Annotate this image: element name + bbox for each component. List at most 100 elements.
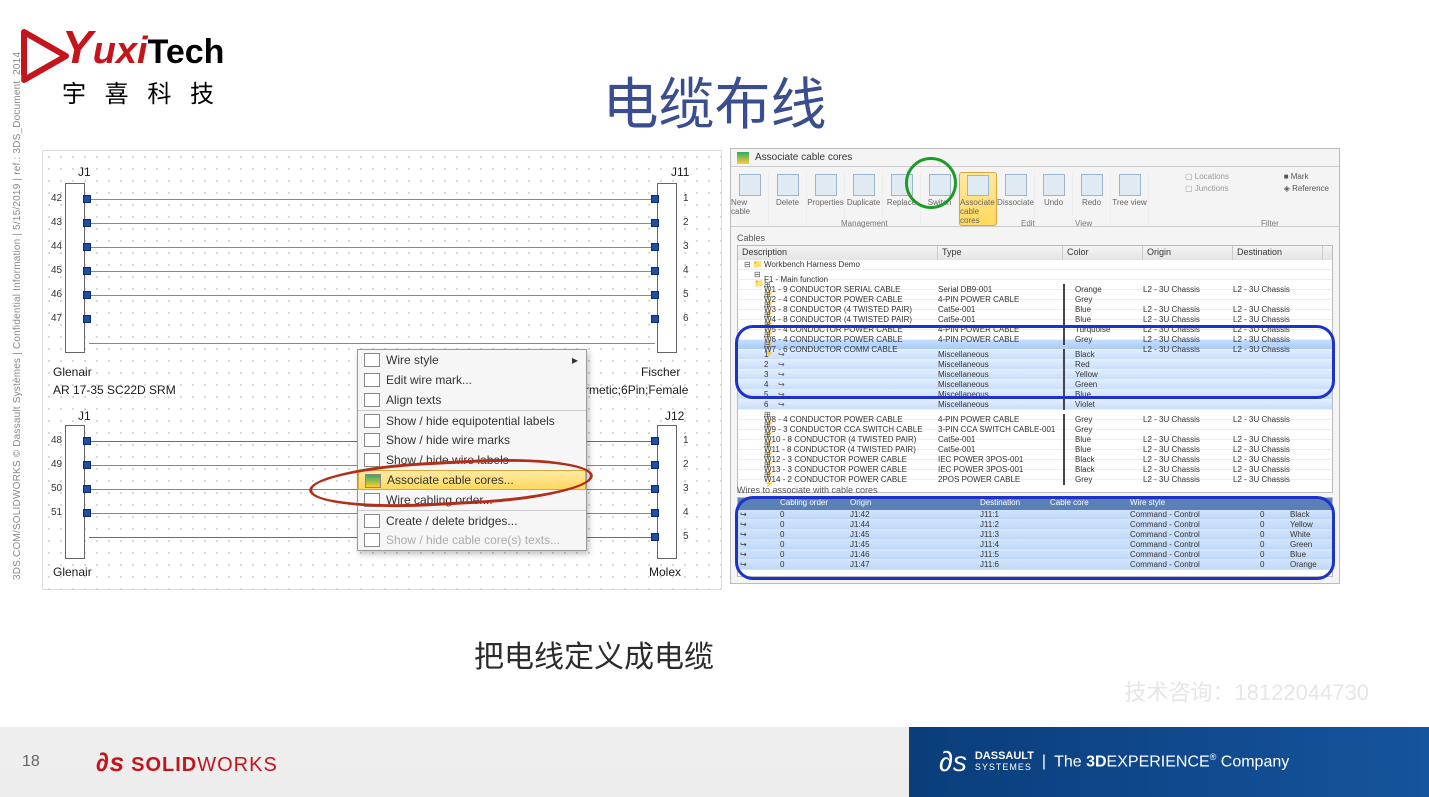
connector-label-j11: J11 <box>671 165 689 179</box>
filter-locations[interactable]: Locations <box>1195 172 1229 181</box>
pin[interactable] <box>83 195 91 203</box>
menu-show-hide-core-texts: Show / hide cable core(s) texts... <box>358 530 586 550</box>
pin[interactable] <box>651 485 659 493</box>
core-text-icon <box>364 533 380 547</box>
cable-row[interactable]: ⊞ ⚡ W8 - 4 CONDUCTOR POWER CABLE4-PIN PO… <box>738 410 1332 420</box>
filter-junctions[interactable]: Junctions <box>1195 184 1229 193</box>
schematic-panel: J1 J11 ["42","43","44","45","46","47"] G… <box>42 150 722 590</box>
manufacturer-label: Molex <box>649 565 681 579</box>
dialog-icon <box>737 152 749 164</box>
dialog-titlebar[interactable]: Associate cable cores <box>731 149 1339 167</box>
ribbon-new-cable[interactable]: New cable <box>731 172 769 226</box>
eq-label-icon <box>364 414 380 428</box>
connector-label-j1: J1 <box>78 165 91 179</box>
menu-show-hide-wire-marks[interactable]: Show / hide wire marks <box>358 430 586 450</box>
pin[interactable] <box>83 291 91 299</box>
ribbon-side2: ▢ Locations ▢ Junctions <box>1185 171 1229 195</box>
solidworks-logo: ∂sSOLIDWORKS <box>96 747 278 778</box>
connector-label-j1b: J1 <box>78 409 91 423</box>
annotation-box-blue-bottom <box>735 496 1335 580</box>
filter-reference[interactable]: Reference <box>1292 184 1329 193</box>
pin[interactable] <box>83 219 91 227</box>
connector-j11[interactable] <box>657 183 677 353</box>
align-icon <box>364 393 380 407</box>
pin[interactable] <box>83 485 91 493</box>
manufacturer-label: Glenair <box>53 365 92 379</box>
footer: 18 ∂sSOLIDWORKS ∂s DASSAULTSYSTEMES | Th… <box>0 727 1429 797</box>
tree-folder[interactable]: F1 - Main function <box>764 275 1323 284</box>
pin[interactable] <box>83 509 91 517</box>
core-row[interactable]: ↪ 6Miscellaneous Violet <box>738 400 1332 410</box>
ribbon-delete[interactable]: Delete <box>769 172 807 226</box>
pin[interactable] <box>651 219 659 227</box>
ribbon-dissociate[interactable]: Dissociate <box>997 172 1035 226</box>
wire-style-icon <box>364 353 380 367</box>
associate-cable-cores-dialog: Associate cable cores New cable Delete P… <box>730 148 1340 584</box>
ribbon-icon <box>1081 174 1103 196</box>
pin[interactable] <box>83 243 91 251</box>
ribbon-redo[interactable]: Redo <box>1073 172 1111 226</box>
watermark-text: 技术咨询：18122044730 <box>1124 675 1369 707</box>
menu-wire-style[interactable]: Wire style▸ <box>358 350 586 370</box>
wire-mark-icon <box>364 433 380 447</box>
pin[interactable] <box>83 461 91 469</box>
dassault-banner: ∂s DASSAULTSYSTEMES | The 3DEXPERIENCE® … <box>909 727 1429 797</box>
pin[interactable] <box>651 195 659 203</box>
connector-j1[interactable] <box>65 183 85 353</box>
pin[interactable] <box>83 315 91 323</box>
pin[interactable] <box>651 509 659 517</box>
page-number: 18 <box>22 753 40 771</box>
menu-align-texts[interactable]: Align texts <box>358 390 586 410</box>
ribbon-icon <box>815 174 837 196</box>
filter-mark[interactable]: Mark <box>1291 172 1309 181</box>
ribbon: New cable Delete Properties Duplicate Re… <box>731 167 1339 227</box>
page-subtitle: 把电线定义成电缆 <box>474 632 714 676</box>
ribbon-icon <box>967 175 989 196</box>
part-label: AR 17-35 SC22D SRM <box>53 383 176 397</box>
manufacturer-label: Glenair <box>53 565 92 579</box>
context-menu: Wire style▸ Edit wire mark... Align text… <box>357 349 587 551</box>
tree-root[interactable]: Workbench Harness Demo <box>764 260 1323 269</box>
pin[interactable] <box>651 533 659 541</box>
pin[interactable] <box>651 291 659 299</box>
dialog-title: Associate cable cores <box>755 152 852 163</box>
ribbon-side: ■ Mark ◈ Reference <box>1284 171 1329 195</box>
ribbon-duplicate[interactable]: Duplicate <box>845 172 883 226</box>
edit-mark-icon <box>364 373 380 387</box>
col-origin[interactable]: Origin <box>1143 246 1233 260</box>
connector-j1b[interactable] <box>65 425 85 559</box>
col-type[interactable]: Type <box>938 246 1063 260</box>
ribbon-icon <box>739 174 761 196</box>
manufacturer-label: Fischer <box>641 365 680 379</box>
pin[interactable] <box>651 461 659 469</box>
annotation-box-blue-top <box>735 325 1335 399</box>
menu-create-delete-bridges[interactable]: Create / delete bridges... <box>358 510 586 530</box>
ribbon-icon <box>1043 174 1065 196</box>
col-description[interactable]: Description <box>738 246 938 260</box>
menu-edit-wire-mark[interactable]: Edit wire mark... <box>358 370 586 390</box>
ribbon-undo[interactable]: Undo <box>1035 172 1073 226</box>
menu-show-hide-equipotential[interactable]: Show / hide equipotential labels <box>358 410 586 430</box>
ribbon-icon <box>1119 174 1141 196</box>
pin[interactable] <box>651 267 659 275</box>
page-title: 电缆布线 <box>603 60 827 141</box>
col-destination[interactable]: Destination <box>1233 246 1323 260</box>
pin[interactable] <box>83 437 91 445</box>
connector-j12[interactable] <box>657 425 677 559</box>
annotation-ellipse-green <box>905 157 957 209</box>
pin[interactable] <box>651 437 659 445</box>
pin[interactable] <box>651 315 659 323</box>
ribbon-properties[interactable]: Properties <box>807 172 845 226</box>
cables-groupbox-label: Cables <box>737 233 765 243</box>
grid-header: Description Type Color Origin Destinatio… <box>738 246 1332 260</box>
connector-label-j12: J12 <box>665 409 684 423</box>
bridge-icon <box>364 514 380 528</box>
ribbon-associate-cable-cores[interactable]: Associate cable cores <box>959 172 997 226</box>
ribbon-icon <box>853 174 875 196</box>
wire-label-icon <box>364 453 380 467</box>
col-color[interactable]: Color <box>1063 246 1143 260</box>
pin[interactable] <box>83 267 91 275</box>
ribbon-tree-view[interactable]: Tree view <box>1111 172 1149 226</box>
logo: YuxiTech 宇 喜 科 技 <box>24 20 224 109</box>
pin[interactable] <box>651 243 659 251</box>
